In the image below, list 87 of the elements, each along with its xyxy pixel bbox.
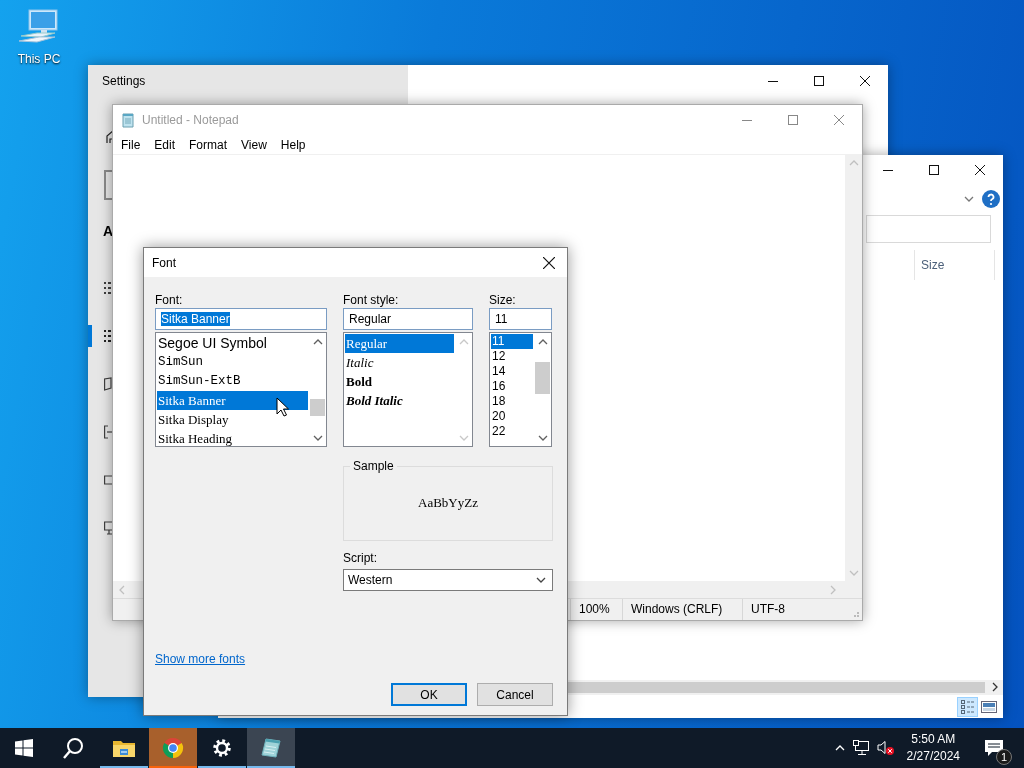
notepad-icon <box>260 737 282 759</box>
list-item[interactable]: Regular <box>345 334 454 353</box>
expand-ribbon-icon[interactable] <box>964 195 974 203</box>
details-view-icon <box>960 699 975 714</box>
clock-date: 2/27/2024 <box>906 748 960 765</box>
text-field[interactable]: 11 <box>489 308 552 330</box>
notepad-button[interactable] <box>247 728 295 768</box>
caret-icon <box>536 576 546 584</box>
volume-muted-icon <box>876 740 895 756</box>
list-item[interactable]: Sitka Banner <box>157 391 308 410</box>
window-title: Untitled - Notepad <box>142 112 239 129</box>
apps-icon[interactable] <box>104 329 112 343</box>
close-icon <box>975 165 985 175</box>
cursor-icon <box>276 397 289 417</box>
windows-logo-icon <box>15 739 33 757</box>
list-item[interactable]: Sitka Display <box>157 410 308 429</box>
list-item[interactable]: Bold Italic <box>345 391 454 410</box>
help-icon[interactable] <box>982 190 1000 208</box>
list-item[interactable]: 20 <box>491 409 533 424</box>
menu-item[interactable]: Format <box>182 134 235 155</box>
book-icon[interactable] <box>104 377 112 391</box>
field-label: Font style: <box>343 292 400 308</box>
text-field[interactable]: Sitka Banner <box>155 308 327 330</box>
section-heading: A <box>103 222 113 241</box>
apps-icon[interactable] <box>104 281 112 295</box>
address-field[interactable] <box>866 215 991 243</box>
chrome-icon <box>162 737 184 759</box>
clock-time: 5:50 AM <box>911 731 956 748</box>
sample-label: Sample <box>352 459 395 473</box>
chevron-up-icon <box>834 744 845 752</box>
close-icon <box>834 115 844 125</box>
clock[interactable]: 5:50 AM 2/27/2024 <box>898 731 968 765</box>
home-icon[interactable] <box>106 130 114 144</box>
menu-item[interactable]: Edit <box>147 134 183 155</box>
maximize-icon <box>929 165 939 175</box>
ok-button[interactable]: OK <box>391 683 467 706</box>
large-icons-view-icon[interactable] <box>981 699 997 714</box>
list-item[interactable]: 11 <box>491 334 533 349</box>
cancel-button[interactable]: Cancel <box>477 683 553 706</box>
details-view-button[interactable] <box>957 696 978 717</box>
frame-icon[interactable] <box>104 473 112 487</box>
network-icon <box>852 740 869 756</box>
close-icon <box>543 256 555 269</box>
list-item[interactable]: Bold <box>345 372 454 391</box>
settings-icon <box>212 738 232 758</box>
script-dropdown[interactable]: Western <box>343 569 553 591</box>
list-box[interactable]: Segoe UI Symbol SimSun SimSun-ExtB Sitka Banner Sitka Display Sitka Heading <box>155 332 327 447</box>
window-title: Settings <box>101 73 147 90</box>
list-item[interactable]: Sitka Heading <box>157 429 308 448</box>
field-label: Script: <box>343 550 378 566</box>
list-item[interactable]: 14 <box>491 364 533 379</box>
notepad-icon <box>120 112 136 128</box>
action-center-button[interactable]: 1 <box>972 728 1016 768</box>
list-box[interactable]: 11 12 14 16 18 20 22 <box>489 332 552 447</box>
status-text: Windows (CRLF) <box>622 599 742 620</box>
folder-icon <box>113 739 135 757</box>
column-header[interactable]: Size <box>914 250 995 280</box>
text-field[interactable]: Regular <box>343 308 473 330</box>
maximize-icon <box>788 115 798 125</box>
list-item[interactable]: Segoe UI Symbol <box>157 334 308 353</box>
show-more-fonts-link[interactable]: Show more fonts <box>155 651 246 667</box>
status-text: 100% <box>570 599 622 620</box>
maximize-icon <box>814 76 824 86</box>
list-item[interactable]: SimSun-ExtB <box>157 372 308 391</box>
scroll-thumb[interactable] <box>535 362 550 394</box>
list-item[interactable]: 16 <box>491 379 533 394</box>
close-icon <box>860 76 870 86</box>
list-box[interactable]: Regular Italic Bold Bold Italic <box>343 332 473 447</box>
field-label: Size: <box>489 292 517 308</box>
dialog-title: Font <box>151 254 176 272</box>
search-icon <box>62 737 84 759</box>
sample-text: AaBbYyZz <box>417 494 479 512</box>
list-item[interactable]: 12 <box>491 349 533 364</box>
scroll-thumb[interactable] <box>310 399 325 416</box>
notification-count: 1 <box>996 749 1012 765</box>
list-item[interactable]: SimSun <box>157 353 308 372</box>
field-label: Font: <box>155 292 184 308</box>
icon-label: This PC <box>17 51 61 68</box>
menu-item[interactable]: File <box>114 134 148 155</box>
menu-item[interactable]: Help <box>273 134 313 155</box>
monitor-icon[interactable] <box>104 521 112 535</box>
menu-item[interactable]: View <box>234 134 274 155</box>
list-item[interactable]: 22 <box>491 424 533 439</box>
notification-icon <box>984 739 1004 757</box>
list-item[interactable]: Italic <box>345 353 454 372</box>
list-item[interactable]: 18 <box>491 394 533 409</box>
status-text: UTF-8 <box>742 599 845 620</box>
